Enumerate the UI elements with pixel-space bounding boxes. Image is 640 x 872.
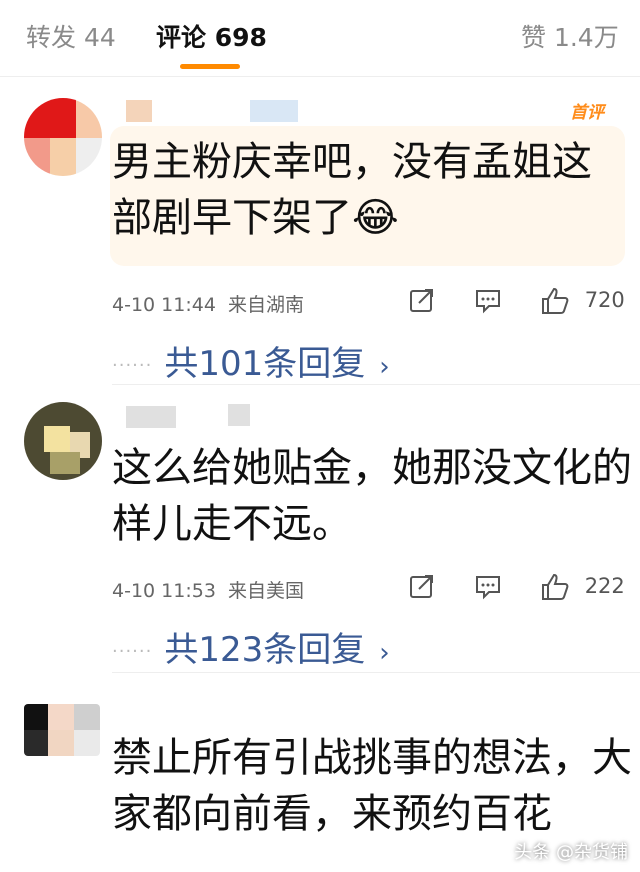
tab-repost[interactable]: 转发 44 (26, 18, 116, 54)
username[interactable] (126, 100, 152, 122)
user-badge (250, 100, 298, 122)
reply-dots: ······ (112, 641, 153, 662)
chevron-right-icon: › (379, 638, 390, 668)
repost-icon (410, 289, 433, 312)
avatar[interactable] (24, 98, 102, 176)
like-button[interactable]: 222 (540, 572, 625, 602)
chevron-right-icon: › (379, 352, 390, 382)
like-count: 720 (584, 288, 625, 312)
active-tab-indicator (180, 64, 240, 69)
reply-count: 共101条回复 (164, 344, 366, 384)
thumbs-up-icon (542, 287, 569, 314)
tab-bar: 转发 44 评论 698 赞 1.4万 (0, 0, 640, 72)
comment-icon (476, 290, 500, 314)
username[interactable] (126, 406, 176, 428)
reply-dots: ······ (112, 355, 153, 376)
avatar[interactable] (24, 704, 100, 756)
comment-time: 4-10 11:53 (112, 580, 216, 602)
comment-location: 来自美国 (227, 580, 304, 602)
view-replies-link[interactable]: ······ 共101条回复 › (112, 336, 390, 385)
comment-text: 这么给她贴金，她那没文化的样儿走不远。 (112, 445, 632, 547)
reply-button[interactable] (474, 286, 502, 314)
tab-likes[interactable]: 赞 1.4万 (521, 18, 619, 54)
watermark: 头条 @杂货铺 (514, 842, 628, 863)
comment-meta: 4-10 11:53 来自美国 (112, 576, 304, 603)
comment-time: 4-10 11:44 (112, 294, 216, 316)
tab-comments[interactable]: 评论 698 (156, 18, 267, 54)
first-comment-badge: 首评 (570, 103, 604, 123)
like-button[interactable]: 720 (540, 286, 625, 316)
comment-text: 禁止所有引战挑事的想法，大家都向前看，来预约百花 (112, 735, 632, 837)
reply-button[interactable] (474, 572, 502, 600)
like-count: 222 (584, 574, 625, 598)
tab-divider (0, 76, 640, 77)
repost-button[interactable] (408, 572, 436, 600)
view-replies-link[interactable]: ······ 共123条回复 › (112, 622, 390, 671)
comment-icon (476, 576, 500, 600)
comment-divider (112, 672, 640, 673)
repost-button[interactable] (408, 286, 436, 314)
comment-divider (112, 384, 640, 385)
thumbs-up-icon (542, 573, 569, 600)
user-badge (228, 404, 250, 426)
reply-count: 共123条回复 (164, 630, 366, 670)
avatar[interactable] (24, 402, 102, 480)
comment-meta: 4-10 11:44 来自湖南 (112, 290, 304, 317)
repost-icon (410, 575, 433, 598)
comment-text: 男主粉庆幸吧，没有孟姐这部剧早下架了😂 (112, 139, 592, 241)
comment-location: 来自湖南 (227, 294, 304, 316)
